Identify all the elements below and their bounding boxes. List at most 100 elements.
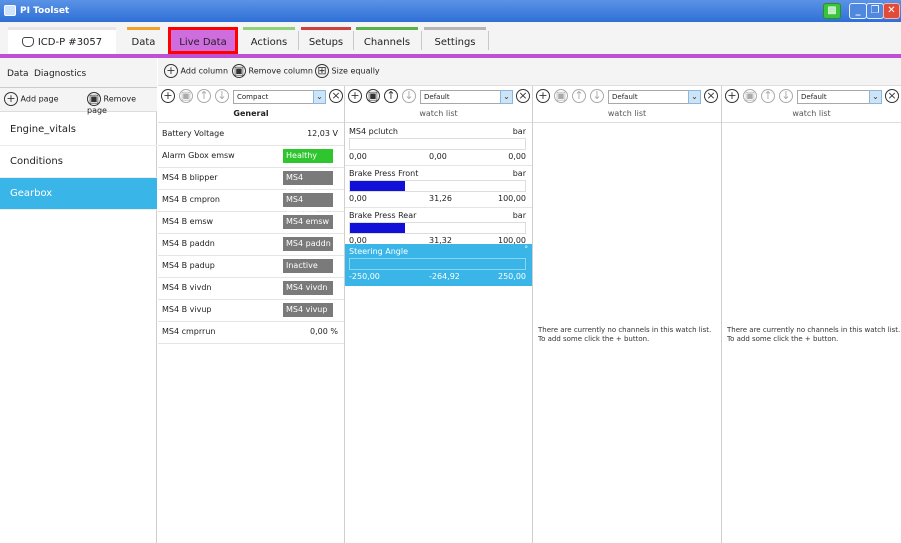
channel-row[interactable]: MS4 B emsw MS4 emsw <box>158 212 344 234</box>
channel-row[interactable]: MS4 B paddn MS4 paddn <box>158 234 344 256</box>
add-channel-icon[interactable]: + <box>348 89 362 103</box>
arrow-down-icon[interactable]: ↓ <box>779 89 793 103</box>
device-icon <box>21 37 34 47</box>
tab-divider <box>488 31 489 50</box>
channel-row[interactable]: MS4 B vivdn MS4 vivdn <box>158 278 344 300</box>
table-icon: ⊞ <box>315 64 329 78</box>
watch-item-max: 250,00 <box>498 272 526 281</box>
chevron-down-icon: ⌄ <box>500 90 513 104</box>
add-page-label: Add page <box>20 94 59 104</box>
trash-icon[interactable]: ▣ <box>743 89 757 103</box>
empty-watch-message: There are currently no channels in this … <box>727 326 900 344</box>
status-indicator: MS4 blipper <box>283 171 333 196</box>
tab-setups-label: Setups <box>308 37 344 48</box>
add-column-button[interactable]: + Add column <box>164 64 228 78</box>
minimize-button[interactable]: _ <box>849 3 867 19</box>
watch-item-selected[interactable]: Steering Angle ° -250,00 -264,92 250,00 <box>345 244 532 286</box>
watch-item-max: 0,00 <box>508 152 526 161</box>
add-page-button[interactable]: + Add page <box>4 92 59 106</box>
channel-row[interactable]: Battery Voltage 12,03 V <box>158 124 344 146</box>
arrow-up-icon[interactable]: ↑ <box>384 89 398 103</box>
subtab-diagnostics[interactable]: Diagnostics <box>34 69 86 79</box>
maximize-button[interactable]: ❐ <box>866 3 884 19</box>
status-indicator: MS4 vivdn <box>283 281 333 295</box>
arrow-down-icon[interactable]: ↓ <box>215 89 229 103</box>
watch-item-label: MS4 pclutch <box>349 127 398 136</box>
watch-item-unit: bar <box>512 169 526 178</box>
empty-message-line-2: To add some click the + button. <box>727 335 839 343</box>
panel-watch-list-2: + ▣ ↑ ↓ Default ⌄ × watch list There are … <box>533 86 722 543</box>
tab-setups[interactable]: Setups <box>301 27 351 54</box>
remove-page-button[interactable]: ▣ Remove page <box>87 92 157 115</box>
panel-watch-list-1: + ▣ ↑ ↓ Default ⌄ × watch list MS4 pclutc… <box>345 86 533 543</box>
tab-data[interactable]: Data <box>127 27 160 54</box>
trash-icon: ▣ <box>87 92 101 106</box>
trash-icon[interactable]: ▣ <box>366 89 380 103</box>
channel-row[interactable]: MS4 B vivup MS4 vivup <box>158 300 344 322</box>
add-channel-icon[interactable]: + <box>725 89 739 103</box>
layout-select-value: Default <box>801 93 827 101</box>
channel-row[interactable]: Alarm Gbox emsw Healthy <box>158 146 344 168</box>
status-indicator: MS4 paddn <box>283 237 333 251</box>
page-item-engine-vitals[interactable]: Engine_vitals <box>0 114 157 146</box>
layout-select[interactable]: Default ⌄ <box>797 90 882 104</box>
trash-icon[interactable]: ▣ <box>554 89 568 103</box>
arrow-down-icon[interactable]: ↓ <box>590 89 604 103</box>
tab-channels-label: Channels <box>363 37 411 48</box>
close-panel-icon[interactable]: × <box>329 89 343 103</box>
close-panel-icon[interactable]: × <box>516 89 530 103</box>
tab-settings[interactable]: Settings <box>424 27 486 54</box>
channel-label: MS4 B vivup <box>162 305 212 314</box>
arrow-up-icon[interactable]: ↑ <box>761 89 775 103</box>
tab-device[interactable]: ICD-P #3057 <box>8 27 116 54</box>
channel-row[interactable]: MS4 B padup Inactive <box>158 256 344 278</box>
channel-label: MS4 B emsw <box>162 217 214 226</box>
tab-settings-label: Settings <box>434 37 476 48</box>
channel-label: MS4 B padup <box>162 261 215 270</box>
trash-icon[interactable]: ▣ <box>179 89 193 103</box>
arrow-up-icon[interactable]: ↑ <box>197 89 211 103</box>
panel-title: watch list <box>345 109 532 123</box>
channel-row[interactable]: MS4 cmprrun 0,00 % <box>158 322 344 344</box>
page-item-gearbox[interactable]: Gearbox <box>0 178 157 210</box>
watch-item-label: Brake Press Rear <box>349 211 417 220</box>
layout-select[interactable]: Default ⌄ <box>608 90 701 104</box>
arrow-up-icon[interactable]: ↑ <box>572 89 586 103</box>
tab-actions[interactable]: Actions <box>243 27 295 54</box>
remove-column-button[interactable]: ▣ Remove column <box>232 64 313 78</box>
layout-select[interactable]: Compact ⌄ <box>233 90 326 104</box>
status-indicator: MS4 emsw <box>283 215 333 229</box>
add-channel-icon[interactable]: + <box>161 89 175 103</box>
tab-divider <box>353 31 354 50</box>
watch-item[interactable]: MS4 pclutch bar 0,00 0,00 0,00 <box>345 124 532 166</box>
empty-message-line-1: There are currently no channels in this … <box>538 326 712 334</box>
value-bar-track <box>349 180 526 192</box>
tab-live-data[interactable]: Live Data <box>168 27 238 54</box>
close-panel-icon[interactable]: × <box>885 89 899 103</box>
channel-row[interactable]: MS4 B blipper MS4 blipper <box>158 168 344 196</box>
size-equally-button[interactable]: ⊞ Size equally <box>315 64 380 78</box>
close-window-button[interactable]: ✕ <box>883 3 900 19</box>
tab-data-label: Data <box>131 37 156 48</box>
add-channel-icon[interactable]: + <box>536 89 550 103</box>
layout-select[interactable]: Default ⌄ <box>420 90 513 104</box>
arrow-down-icon[interactable]: ↓ <box>402 89 416 103</box>
watch-item[interactable]: Brake Press Front bar 0,00 31,26 100,00 <box>345 166 532 208</box>
channel-row[interactable]: MS4 B cmpron MS4 cmpron <box>158 190 344 218</box>
close-panel-icon[interactable]: × <box>704 89 718 103</box>
channel-label: MS4 B paddn <box>162 239 215 248</box>
watch-item-unit: bar <box>512 211 526 220</box>
page-item-conditions[interactable]: Conditions <box>0 146 157 178</box>
plus-circle-icon: + <box>4 92 18 106</box>
watch-item-max: 100,00 <box>498 194 526 203</box>
watch-item-current: 0,00 <box>429 152 447 161</box>
channel-value: 0,00 % <box>310 327 338 336</box>
status-indicator: MS4 cmpron <box>283 193 333 218</box>
connection-status-icon[interactable]: ▩ <box>823 3 841 19</box>
sidebar-subtabs: Data Diagnostics <box>0 58 157 88</box>
tab-channels[interactable]: Channels <box>356 27 418 54</box>
add-column-label: Add column <box>180 66 229 76</box>
panel-title: watch list <box>722 109 901 123</box>
subtab-data[interactable]: Data <box>7 69 29 79</box>
status-indicator: Healthy <box>283 149 333 163</box>
